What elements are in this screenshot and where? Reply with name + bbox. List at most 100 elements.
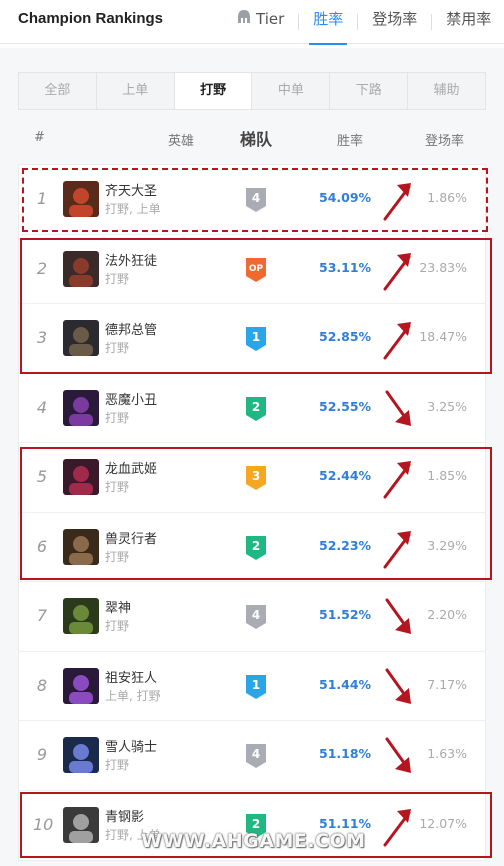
rank-number: 9 xyxy=(36,745,48,764)
champion-name[interactable]: 青钢影 xyxy=(105,806,144,825)
trend-up-arrow-icon xyxy=(381,312,415,364)
champion-positions: 打野 xyxy=(105,758,130,772)
champion-name[interactable]: 德邦总管 xyxy=(105,319,157,338)
watermark-text: WWW.AHGAME.COM xyxy=(141,830,366,852)
tab-tier[interactable]: Tier xyxy=(222,0,298,44)
tier-label: 2 xyxy=(252,400,260,414)
tier-label: 4 xyxy=(252,191,260,205)
champion-name[interactable]: 翠神 xyxy=(105,597,131,616)
trend-up-arrow-icon xyxy=(381,243,415,295)
table-row[interactable]: 8 祖安狂人 上单, 打野 1 51.44% 7.17% xyxy=(19,652,485,721)
champion-avatar[interactable] xyxy=(63,389,99,426)
champion-avatar[interactable] xyxy=(63,459,99,495)
champion-positions: 打野 xyxy=(105,549,130,564)
tab-banrate[interactable]: 禁用率 xyxy=(432,0,504,44)
pickrate-value: 18.47% xyxy=(419,329,467,344)
table-row[interactable]: 6 兽灵行者打野 2 52.23% 3.29% xyxy=(19,513,485,582)
column-header-pickrate[interactable]: 登场率 xyxy=(425,130,464,150)
trend-down-arrow-icon xyxy=(381,729,415,781)
tier-label: 2 xyxy=(252,817,260,831)
champion-name[interactable]: 恶魔小丑 xyxy=(105,389,157,408)
champion-avatar[interactable] xyxy=(63,806,99,843)
champion-name[interactable]: 祖安狂人 xyxy=(105,667,157,686)
trend-up-arrow-icon xyxy=(381,173,415,225)
rank-number: 5 xyxy=(36,467,48,486)
champion-positions: 打野 xyxy=(105,271,130,286)
winrate-value: 52.85% xyxy=(319,329,372,344)
champion-name[interactable]: 雪人骑士 xyxy=(105,736,157,755)
champion-name[interactable]: 法外狂徒 xyxy=(105,250,157,269)
table-row[interactable]: 5 龙血武姬打野 3 52.44% 1.85% xyxy=(19,443,485,513)
pickrate-value: 3.25% xyxy=(427,398,467,414)
role-tab-mid[interactable]: 中单 xyxy=(252,73,331,109)
champion-avatar[interactable] xyxy=(63,250,99,287)
role-tab-support[interactable]: 辅助 xyxy=(408,73,485,109)
pickrate-value: 1.86% xyxy=(427,190,467,205)
winrate-value: 51.11% xyxy=(319,815,372,831)
column-header-winrate[interactable]: 胜率 xyxy=(337,130,363,150)
champion-avatar[interactable] xyxy=(63,320,99,356)
champion-avatar[interactable] xyxy=(63,181,99,217)
ranking-tabs: Tier 胜率 登场率 禁用率 xyxy=(222,0,504,45)
winrate-value: 52.55% xyxy=(319,398,372,414)
rank-number: 3 xyxy=(36,328,48,347)
role-tab-all[interactable]: 全部 xyxy=(19,73,97,109)
trend-up-arrow-icon xyxy=(381,799,415,851)
tier-label: 4 xyxy=(252,747,260,761)
tier-label: OP xyxy=(249,264,264,274)
champion-avatar[interactable] xyxy=(63,737,99,773)
rank-number: 10 xyxy=(33,814,54,834)
tier-badge: OP xyxy=(244,256,268,284)
table-row[interactable]: 3 德邦总管 打野 1 52.85% 18.47% xyxy=(19,304,485,374)
role-tab-jungle[interactable]: 打野 xyxy=(174,73,253,109)
tier-label: 2 xyxy=(252,539,260,553)
tab-pickrate[interactable]: 登场率 xyxy=(358,0,431,44)
champion-positions: 打野 xyxy=(105,619,130,633)
winrate-value: 54.09% xyxy=(319,190,372,205)
champion-avatar[interactable] xyxy=(63,667,99,704)
rank-number: 4 xyxy=(36,397,48,417)
tier-badge: 2 xyxy=(244,395,268,423)
tier-badge: 3 xyxy=(244,464,268,492)
rank-number: 2 xyxy=(36,258,48,278)
champion-positions: 打野 xyxy=(105,410,130,425)
winrate-value: 52.44% xyxy=(319,468,372,483)
champion-positions: 打野 xyxy=(105,480,130,494)
table-row[interactable]: 4 恶魔小丑打野 2 52.55% 3.25% xyxy=(19,374,485,443)
rank-number: 7 xyxy=(36,606,48,625)
champion-name[interactable]: 龙血武姬 xyxy=(105,458,157,477)
winrate-value: 51.18% xyxy=(319,746,372,761)
pickrate-value: 1.85% xyxy=(427,468,467,483)
winrate-value: 53.11% xyxy=(319,259,372,275)
pickrate-value: 12.07% xyxy=(419,815,467,831)
champion-positions: 上单, 打野 xyxy=(105,688,161,703)
tab-tier-label: Tier xyxy=(256,10,285,28)
trend-down-arrow-icon xyxy=(381,382,415,434)
tier-label: 1 xyxy=(252,678,260,692)
tab-winrate[interactable]: 胜率 xyxy=(299,0,357,45)
winrate-value: 52.23% xyxy=(319,537,372,553)
champion-name[interactable]: 齐天大圣 xyxy=(105,180,157,199)
column-header-tier[interactable]: 梯队 xyxy=(240,126,272,149)
rank-number: 6 xyxy=(36,536,48,556)
column-header-champion: 英雄 xyxy=(168,134,195,149)
table-row[interactable]: 9 雪人骑士打野 4 51.18% 1.63% xyxy=(19,721,485,791)
top-header: Champion Rankings Tier 胜率 登场率 禁用率 xyxy=(0,0,504,45)
tier-badge: 1 xyxy=(244,673,268,701)
pickrate-value: 7.17% xyxy=(427,676,467,692)
pickrate-value: 3.29% xyxy=(427,537,467,553)
trend-down-arrow-icon xyxy=(381,590,415,642)
champion-ranking-list: 1 齐天大圣 打野, 上单 4 54.09% 1.86% 2 法外狂徒 打野 OP 53.11% 23… xyxy=(18,164,486,861)
champion-name[interactable]: 兽灵行者 xyxy=(105,528,157,547)
champion-avatar[interactable] xyxy=(63,528,99,565)
pickrate-value: 1.63% xyxy=(427,746,467,761)
rank-number: 1 xyxy=(36,189,48,208)
role-tab-top[interactable]: 上单 xyxy=(97,73,175,109)
role-tab-bot[interactable]: 下路 xyxy=(330,73,409,109)
table-row[interactable]: 7 翠神 打野 4 51.52% 2.20% xyxy=(19,582,485,652)
table-row[interactable]: 2 法外狂徒 打野 OP 53.11% 23.83% xyxy=(19,235,485,304)
champion-avatar[interactable] xyxy=(63,598,99,634)
winrate-value: 51.44% xyxy=(319,676,372,692)
table-row[interactable]: 1 齐天大圣 打野, 上单 4 54.09% 1.86% xyxy=(19,165,485,235)
trend-down-arrow-icon xyxy=(381,660,415,712)
